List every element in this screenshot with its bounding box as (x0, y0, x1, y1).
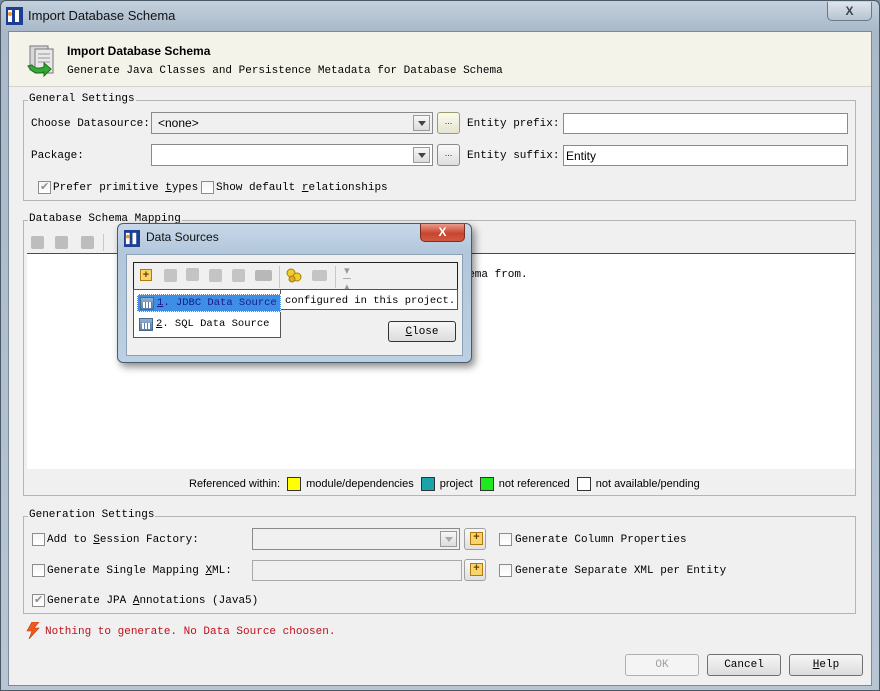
close-icon: X (845, 4, 854, 18)
properties-icon[interactable] (209, 269, 222, 282)
cancel-button[interactable]: Cancel (707, 654, 781, 676)
package-label: Package: (31, 150, 84, 162)
info-text: configured in this project. (285, 295, 456, 307)
entity-suffix-label: Entity suffix: (467, 150, 560, 162)
intellij-app-icon (124, 230, 140, 247)
database-import-icon (27, 45, 54, 78)
remove-mapping-icon[interactable] (81, 236, 94, 249)
entity-suffix-value: Entity (566, 149, 597, 163)
prefer-primitive-label: Prefer primitive types (53, 182, 199, 194)
collapse-icon[interactable]: ▾ ─ ▴ (343, 266, 351, 293)
data-sources-toolbar: + ▾ ─ ▴ (133, 262, 458, 293)
separate-xml-label: Generate Separate XML per Entity (515, 565, 727, 577)
chevron-down-icon[interactable] (413, 147, 430, 163)
legend-label-not-available: not available/pending (595, 478, 700, 490)
add-mapping-xml-button[interactable] (464, 559, 486, 581)
data-sources-list[interactable]: 1. JDBC Data Source 2. SQL Data Source (133, 289, 281, 338)
generation-settings-legend: Generation Settings (28, 509, 156, 521)
list-item[interactable]: 2. SQL Data Source (137, 315, 272, 333)
jdbc-datasource-icon (140, 296, 154, 310)
general-settings-group: General Settings Choose Datasource: <non… (23, 93, 856, 201)
show-default-relationships-label: Show default relationships (216, 182, 388, 194)
legend-label-module: module/dependencies (306, 478, 414, 490)
error-message: Nothing to generate. No Data Source choo… (45, 626, 336, 638)
separate-xml-checkbox[interactable] (499, 564, 512, 577)
add-session-factory-label: Add to Session Factory: (47, 534, 199, 546)
legend-swatch-project (420, 477, 435, 491)
chevron-down-icon[interactable] (440, 531, 457, 547)
toolbar-separator (103, 234, 104, 251)
generate-column-properties-checkbox[interactable] (499, 533, 512, 546)
legend-swatch-module (287, 477, 302, 491)
package-combo[interactable] (151, 144, 433, 166)
reference-legend: Referenced within: module/dependencies p… (189, 477, 700, 491)
datasource-combo[interactable]: <none> (151, 112, 433, 134)
add-session-factory-checkbox[interactable] (32, 533, 45, 546)
ok-button[interactable]: OK (625, 654, 699, 676)
single-mapping-xml-label: Generate Single Mapping XML: (47, 565, 232, 577)
legend-swatch-not-referenced (479, 477, 494, 491)
header-title: Import Database Schema (67, 44, 211, 58)
add-mapping-icon[interactable] (31, 236, 44, 249)
add-icon[interactable]: + (140, 269, 152, 281)
edit-mapping-icon[interactable] (55, 236, 68, 249)
toolbar-separator (335, 266, 336, 288)
datasource-browse-button[interactable]: ... (437, 112, 460, 134)
toolbar-separator (279, 266, 280, 288)
header-subtitle: Generate Java Classes and Persistence Me… (67, 65, 503, 77)
jpa-annotations-checkbox[interactable] (32, 593, 45, 607)
general-settings-legend: General Settings (28, 93, 136, 105)
session-factory-combo[interactable] (252, 528, 460, 550)
legend-swatch-not-available (576, 477, 591, 491)
data-sources-dialog: Data Sources X + ▾ ─ ▴ 1. JDBC Data Source (117, 223, 472, 363)
chevron-down-icon[interactable] (413, 115, 430, 131)
show-default-relationships-checkbox[interactable] (201, 181, 214, 194)
prefer-primitive-checkbox[interactable] (38, 180, 51, 194)
intellij-app-icon (6, 7, 23, 25)
generation-settings-group: Generation Settings Add to Session Facto… (23, 509, 856, 614)
entity-suffix-input[interactable]: Entity (563, 145, 848, 166)
close-icon: X (438, 225, 447, 239)
jpa-annotations-label: Generate JPA Annotations (Java5) (47, 595, 259, 607)
sql-datasource-icon (139, 317, 153, 331)
legend-prefix: Referenced within: (189, 478, 281, 490)
window-close-button[interactable]: X (827, 2, 872, 21)
popup-client: + ▾ ─ ▴ 1. JDBC Data Source 2. SQL Data … (126, 254, 463, 356)
title-bar[interactable]: Import Database Schema X (1, 1, 879, 31)
add-session-factory-button[interactable] (464, 528, 486, 550)
window-title: Import Database Schema (28, 8, 176, 23)
single-mapping-xml-checkbox[interactable] (32, 564, 45, 577)
copy-icon[interactable] (186, 268, 199, 281)
popup-close-button[interactable]: X (420, 224, 465, 242)
generate-column-properties-label: Generate Column Properties (515, 534, 687, 546)
entity-prefix-label: Entity prefix: (467, 118, 560, 130)
package-browse-button[interactable]: ... (437, 144, 460, 166)
datasource-value: <none> (158, 116, 199, 130)
data-sources-info: configured in this project. (281, 289, 458, 310)
merge-icon[interactable] (286, 268, 302, 284)
popup-close-dialog-button[interactable]: Close (388, 321, 456, 342)
legend-label-project: project (439, 478, 473, 490)
list-item[interactable]: 1. JDBC Data Source (137, 294, 281, 312)
entity-prefix-input[interactable] (563, 113, 848, 134)
datasource-label: Choose Datasource: (31, 118, 150, 130)
sql-icon[interactable] (255, 270, 272, 281)
error-lightning-icon (26, 622, 40, 639)
dialog-header: Import Database Schema Generate Java Cla… (9, 32, 871, 87)
help-button[interactable]: Help (789, 654, 863, 676)
popup-title: Data Sources (146, 230, 219, 244)
legend-label-not-referenced: not referenced (498, 478, 570, 490)
single-mapping-xml-input[interactable] (252, 560, 462, 581)
refresh-icon[interactable] (232, 269, 245, 282)
remove-icon[interactable] (164, 269, 177, 282)
sql-console-icon[interactable] (312, 270, 327, 281)
